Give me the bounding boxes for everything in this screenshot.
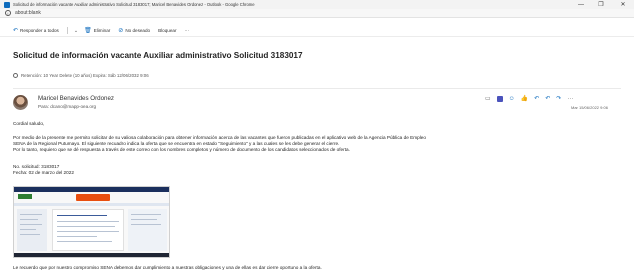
emoji-icon[interactable]: ☺	[509, 95, 515, 103]
retention-policy: Retención: 10 Year Delete (10 años) Expi…	[13, 73, 149, 78]
reply-all-label: Responder a todos	[20, 28, 59, 33]
close-button[interactable]: ✕	[616, 0, 630, 9]
like-icon[interactable]: 👍	[521, 95, 528, 103]
trash-icon: 🗑	[84, 28, 92, 34]
image-brand-logo	[76, 194, 110, 201]
header-divider	[13, 88, 621, 89]
more-icon: ···	[184, 28, 190, 33]
avatar[interactable]	[13, 95, 28, 110]
image-left-panel	[17, 209, 47, 251]
open-window-icon[interactable]: ▭	[485, 95, 491, 103]
teams-icon[interactable]	[496, 96, 503, 102]
reply-all-icon[interactable]: ↶	[545, 95, 550, 103]
body-line-3: Por lo tanto, requiero que se dé respues…	[13, 147, 350, 152]
junk-button[interactable]: ⊘ No deseado	[118, 27, 150, 34]
reply-icon[interactable]: ↶	[534, 95, 539, 103]
sender-name[interactable]: Maricel Benavides Ordonez	[38, 95, 114, 102]
more-icon[interactable]: ···	[567, 95, 573, 103]
delete-label: Eliminar	[93, 28, 111, 33]
sent-date: Mar 15/06/2022 9:06	[571, 105, 608, 110]
chevron-down-icon[interactable]: ⌄	[74, 28, 78, 34]
block-button[interactable]: Bloquear	[158, 28, 176, 33]
junk-label: No deseado	[125, 28, 151, 33]
maximize-button[interactable]: ❐	[594, 0, 608, 9]
reply-all-button[interactable]: ↶ Responder a todos	[13, 27, 59, 34]
retention-text: Retención: 10 Year Delete (10 años) Expi…	[21, 73, 149, 78]
embedded-screenshot-image[interactable]	[13, 186, 170, 258]
outlook-icon	[4, 1, 10, 8]
request-date: Fecha: 02 de marzo del 2022	[13, 170, 74, 175]
block-label: Bloquear	[158, 28, 177, 33]
minimize-button[interactable]: —	[574, 0, 588, 9]
delete-button[interactable]: 🗑 Eliminar	[84, 27, 110, 34]
window-title: Solicitud de información vacante Auxilia…	[13, 2, 255, 7]
image-header-band	[14, 187, 169, 192]
image-nav-bar	[14, 203, 169, 206]
email-subject: Solicitud de información vacante Auxilia…	[13, 51, 303, 60]
image-main-panel	[52, 209, 124, 251]
more-actions-button[interactable]: ···	[184, 28, 189, 33]
forward-icon[interactable]: ↷	[556, 95, 561, 103]
info-icon[interactable]: i	[5, 10, 11, 16]
message-toolbar: ↶ Responder a todos ⌄ 🗑 Eliminar ⊘ No de…	[0, 25, 634, 37]
toolbar-divider	[66, 27, 68, 34]
image-right-panel	[128, 209, 167, 251]
image-logo	[18, 194, 32, 199]
block-circle-icon: ⊘	[118, 28, 124, 34]
address-bar: i about:blank	[0, 9, 634, 18]
recipient-line: Para: dcano@mapp-oea.org	[38, 104, 97, 109]
clock-icon	[13, 73, 18, 78]
url-text[interactable]: about:blank	[15, 10, 41, 16]
image-taskbar	[14, 253, 169, 257]
window-titlebar: Solicitud de información vacante Auxilia…	[0, 0, 634, 9]
greeting: Cordial saludo,	[13, 121, 45, 126]
closing-text: Le recuerdo que por nuestro compromiso S…	[13, 265, 322, 270]
reply-all-icon: ↶	[13, 28, 19, 34]
message-actions: ▭ ☺ 👍 ↶ ↶ ↷ ···	[485, 95, 579, 103]
